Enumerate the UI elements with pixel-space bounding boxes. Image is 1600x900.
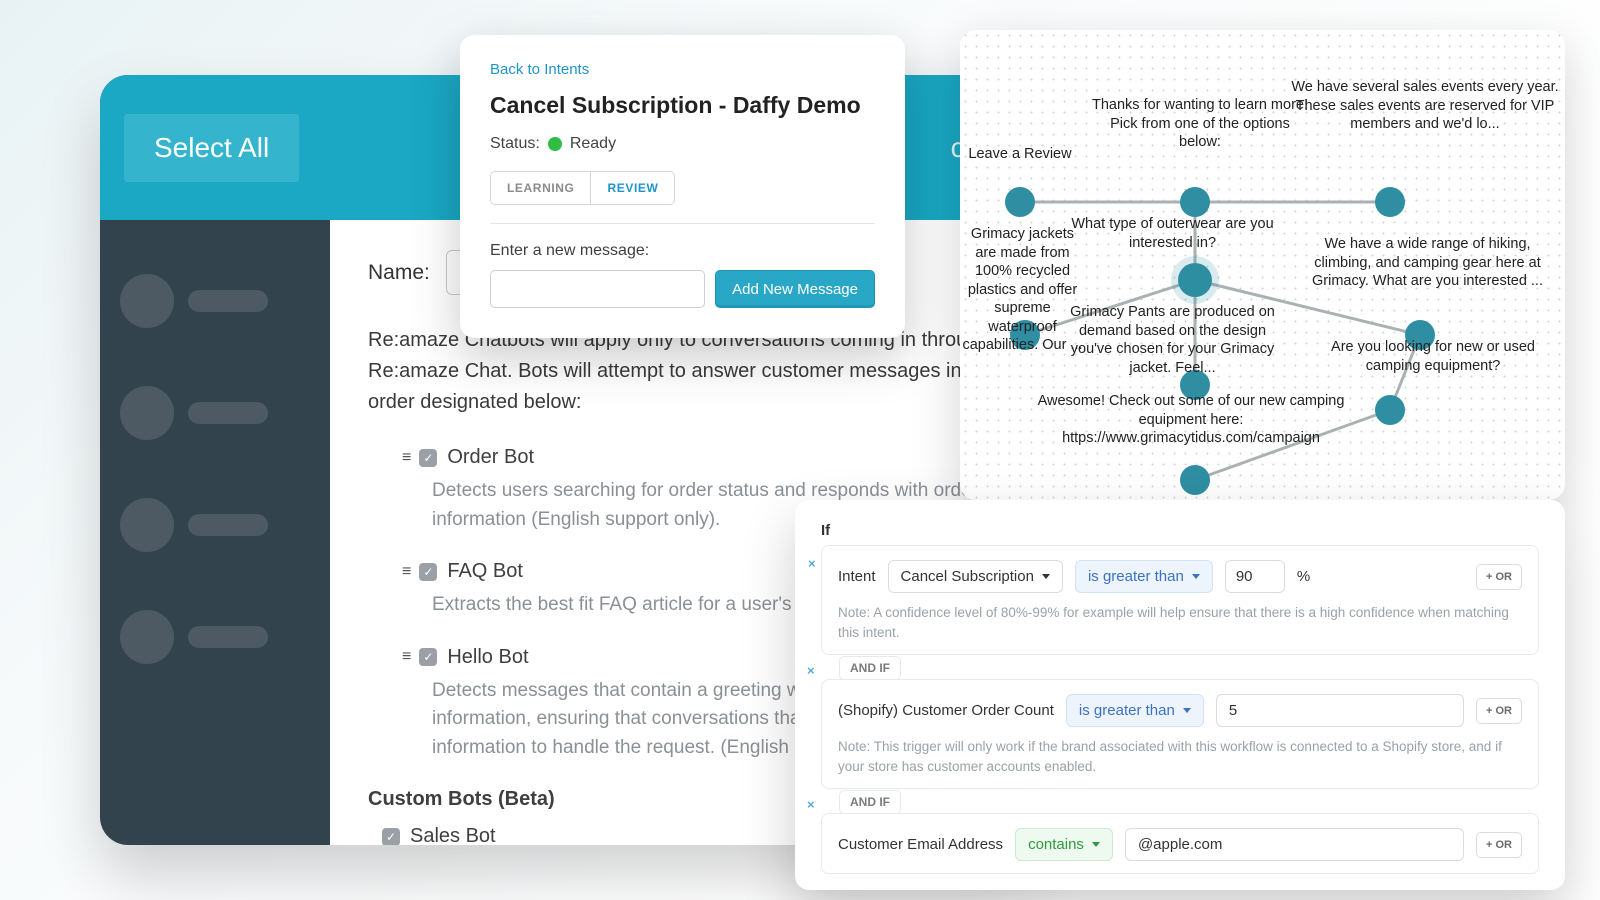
- remove-andif-icon[interactable]: ×: [807, 797, 815, 812]
- flow-node-label: Awesome! Check out some of our new campi…: [1026, 392, 1356, 448]
- flow-node-label: Thanks for wanting to learn more! Pick f…: [1090, 96, 1310, 152]
- checkbox[interactable]: ✓: [419, 449, 437, 467]
- chevron-down-icon: [1183, 708, 1191, 713]
- count-input[interactable]: 5: [1216, 694, 1464, 727]
- sidebar: [100, 220, 330, 845]
- checkbox[interactable]: ✓: [382, 828, 400, 846]
- drag-handle-icon[interactable]: ≡: [402, 648, 409, 666]
- condition-note: Note: A confidence level of 80%-99% for …: [838, 603, 1522, 642]
- condition-block-3: Customer Email Address contains @apple.c…: [821, 813, 1539, 874]
- chevron-down-icon: [1042, 574, 1050, 579]
- enter-message-label: Enter a new message:: [490, 242, 875, 260]
- percent-label: %: [1297, 568, 1310, 585]
- bots-description: Re:amaze Chatbots will apply only to con…: [368, 325, 1002, 418]
- operator-dropdown[interactable]: is greater than: [1075, 560, 1213, 593]
- sidebar-item[interactable]: [120, 610, 310, 664]
- flow-node-label: Leave a Review: [960, 145, 1080, 164]
- intent-value-dropdown[interactable]: Cancel Subscription: [888, 560, 1063, 593]
- remove-andif-icon[interactable]: ×: [807, 663, 815, 678]
- sidebar-item[interactable]: [120, 274, 310, 328]
- if-label: If: [821, 522, 1539, 539]
- sidebar-item[interactable]: [120, 498, 310, 552]
- bot-title: Hello Bot: [447, 646, 528, 669]
- sales-bot-label: Sales Bot: [410, 825, 496, 845]
- name-label: Name:: [368, 261, 430, 285]
- tab-review[interactable]: REVIEW: [591, 172, 674, 204]
- flow-node-label: Grimacy Pants are produced on demand bas…: [1060, 303, 1285, 377]
- status-value: Ready: [570, 135, 616, 153]
- tab-learning[interactable]: LEARNING: [491, 172, 591, 204]
- bot-title: Order Bot: [447, 446, 534, 469]
- flow-node-label: We have several sales events every year.…: [1290, 78, 1560, 134]
- threshold-input[interactable]: 90: [1225, 560, 1285, 593]
- bot-title: FAQ Bot: [447, 560, 523, 583]
- add-or-button[interactable]: + OR: [1476, 564, 1522, 590]
- condition-block-2: (Shopify) Customer Order Count is greate…: [821, 679, 1539, 789]
- field-label: Customer Email Address: [838, 836, 1003, 853]
- sidebar-item[interactable]: [120, 386, 310, 440]
- flow-node-label: We have a wide range of hiking, climbing…: [1295, 235, 1560, 291]
- intent-modal: Back to Intents Cancel Subscription - Da…: [460, 35, 905, 338]
- flow-diagram[interactable]: Leave a Review Thanks for wanting to lea…: [960, 30, 1565, 500]
- workflow-builder: If × Intent Cancel Subscription is great…: [795, 500, 1565, 890]
- checkbox[interactable]: ✓: [419, 648, 437, 666]
- status-dot-icon: [548, 137, 562, 151]
- and-if-badge: AND IF: [839, 656, 901, 680]
- flow-node-label: What type of outerwear are you intereste…: [1060, 215, 1285, 252]
- intent-title: Cancel Subscription - Daffy Demo: [490, 92, 875, 119]
- condition-note: Note: This trigger will only work if the…: [838, 737, 1522, 776]
- new-message-input[interactable]: [490, 270, 705, 308]
- tabs: LEARNING REVIEW: [490, 171, 675, 205]
- remove-condition-icon[interactable]: ×: [808, 556, 816, 571]
- field-label: Intent: [838, 568, 876, 585]
- email-value-input[interactable]: @apple.com: [1125, 828, 1464, 861]
- chevron-down-icon: [1092, 842, 1100, 847]
- field-label: (Shopify) Customer Order Count: [838, 702, 1054, 719]
- operator-dropdown[interactable]: is greater than: [1066, 694, 1204, 727]
- operator-dropdown[interactable]: contains: [1015, 828, 1113, 861]
- and-if-badge: AND IF: [839, 790, 901, 814]
- add-new-message-button[interactable]: Add New Message: [715, 270, 875, 308]
- drag-handle-icon[interactable]: ≡: [402, 563, 409, 581]
- checkbox[interactable]: ✓: [419, 563, 437, 581]
- chevron-down-icon: [1192, 574, 1200, 579]
- condition-block-1: × Intent Cancel Subscription is greater …: [821, 545, 1539, 655]
- flow-node-label: Are you looking for new or used camping …: [1308, 338, 1558, 375]
- status-label: Status:: [490, 135, 540, 153]
- select-all-button[interactable]: Select All: [124, 114, 299, 182]
- add-or-button[interactable]: + OR: [1476, 698, 1522, 724]
- add-or-button[interactable]: + OR: [1476, 832, 1522, 858]
- drag-handle-icon[interactable]: ≡: [402, 449, 409, 467]
- back-to-intents-link[interactable]: Back to Intents: [490, 61, 875, 78]
